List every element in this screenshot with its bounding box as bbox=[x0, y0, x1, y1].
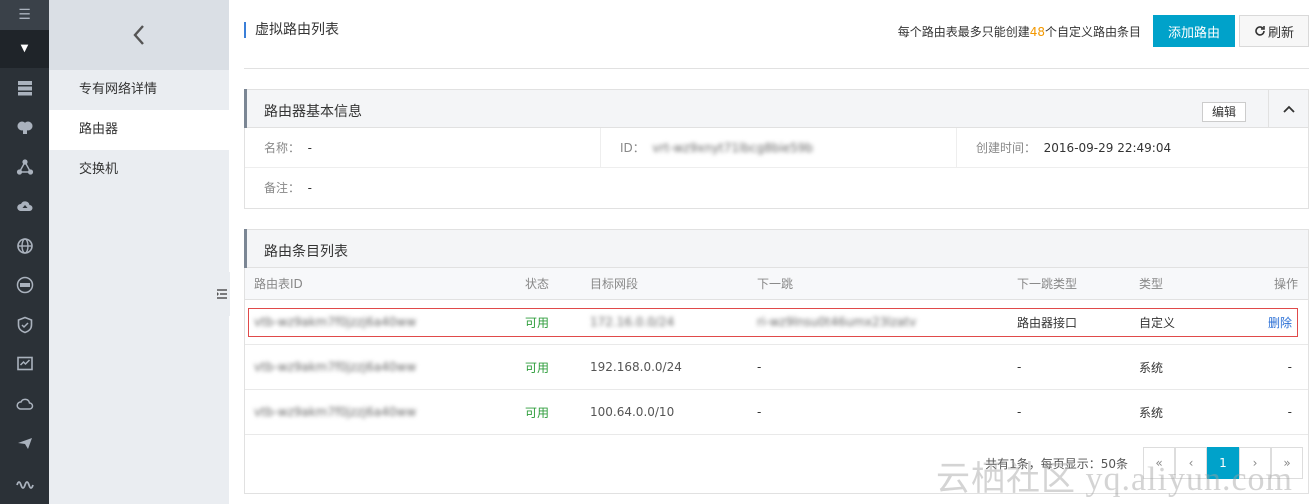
add-route-button[interactable]: 添加路由 bbox=[1153, 15, 1235, 47]
destination-cidr: 192.168.0.0/24 bbox=[590, 360, 682, 374]
next-page-button[interactable]: › bbox=[1239, 447, 1271, 479]
header-divider bbox=[244, 68, 1309, 69]
route-table-id: vtb-wz9akm7f0jzzj6a40ww bbox=[254, 315, 417, 329]
table-row: vtb-wz9akm7f0jzzj6a40ww 可用 100.64.0.0/10… bbox=[245, 390, 1308, 435]
destination-cidr: 172.16.0.0/24 bbox=[590, 315, 675, 329]
last-page-button[interactable]: » bbox=[1271, 447, 1303, 479]
next-hop: - bbox=[757, 405, 762, 419]
shield-icon[interactable] bbox=[0, 305, 49, 345]
column-header-status: 状态 bbox=[525, 277, 550, 291]
router-info-header: 路由器基本信息 编辑 bbox=[244, 89, 1308, 128]
first-page-button[interactable]: « bbox=[1143, 447, 1175, 479]
cloud-icon[interactable] bbox=[0, 384, 49, 424]
note-value: - bbox=[307, 181, 312, 195]
page-title: 虚拟路由列表 bbox=[244, 22, 339, 38]
column-header-route-table-id: 路由表ID bbox=[254, 277, 303, 291]
route-type: 系统 bbox=[1139, 405, 1164, 420]
created-value: 2016-09-29 22:49:04 bbox=[1043, 141, 1172, 155]
quota-prefix: 每个路由表最多只能创建 bbox=[897, 25, 1030, 39]
next-hop-type: - bbox=[1017, 405, 1022, 419]
note-field: 备注： - bbox=[245, 168, 312, 208]
refresh-label: 刷新 bbox=[1267, 25, 1294, 41]
collapse-panel-button[interactable] bbox=[1268, 90, 1308, 128]
quota-notice: 每个路由表最多只能创建48个自定义路由条目 bbox=[898, 23, 1141, 40]
id-label: ID： bbox=[620, 141, 645, 155]
route-entries-header: 路由条目列表 bbox=[244, 229, 1308, 268]
next-hop-type: - bbox=[1017, 360, 1022, 374]
router-info-row: 名称： - ID： vrt-wz9xnyt71lbcg8bie59b 创建时间：… bbox=[245, 128, 1308, 168]
column-header-next-hop-type: 下一跳类型 bbox=[1017, 277, 1078, 291]
server-stack-icon[interactable] bbox=[0, 68, 49, 108]
name-label: 名称： bbox=[264, 141, 301, 155]
back-button[interactable] bbox=[49, 0, 229, 70]
globe-icon[interactable] bbox=[0, 226, 49, 266]
created-label: 创建时间： bbox=[976, 141, 1037, 155]
refresh-icon bbox=[1255, 26, 1265, 36]
route-type: 系统 bbox=[1139, 360, 1164, 375]
next-hop-type: 路由器接口 bbox=[1017, 315, 1078, 330]
sub-navigation: 专有网络详情 路由器 交换机 bbox=[49, 0, 229, 504]
status-badge: 可用 bbox=[525, 405, 550, 420]
prev-page-button[interactable]: ‹ bbox=[1175, 447, 1207, 479]
note-label: 备注： bbox=[264, 181, 301, 195]
main-content: 虚拟路由列表 每个路由表最多只能创建48个自定义路由条目 添加路由 刷新 路由器… bbox=[229, 0, 1313, 504]
monitor-check-icon[interactable] bbox=[0, 345, 49, 385]
column-header-type: 类型 bbox=[1139, 277, 1164, 291]
created-field: 创建时间： 2016-09-29 22:49:04 bbox=[956, 128, 1309, 168]
name-field: 名称： - bbox=[245, 128, 600, 168]
note-row: 备注： - bbox=[245, 168, 1308, 208]
panel-accent-bar bbox=[244, 89, 247, 128]
refresh-button[interactable]: 刷新 bbox=[1239, 15, 1309, 47]
id-field: ID： vrt-wz9xnyt71lbcg8bie59b bbox=[600, 128, 956, 168]
cloud-upload-icon[interactable] bbox=[0, 187, 49, 227]
chevron-left-icon bbox=[133, 25, 144, 45]
next-hop: ri-wz9lnsu0t46umx23lzatv bbox=[757, 315, 917, 329]
delete-link[interactable]: 删除 bbox=[1268, 300, 1292, 344]
router-info-panel: 路由器基本信息 编辑 名称： - ID： vrt-wz9xnyt71lbcg8b… bbox=[244, 89, 1309, 209]
caret-down-icon[interactable]: ▼ bbox=[0, 30, 49, 68]
quota-suffix: 个自定义路由条目 bbox=[1044, 25, 1141, 39]
quota-number: 48 bbox=[1029, 25, 1045, 39]
pagination: 共有1条，每页显示：50条 « ‹ 1 › » bbox=[245, 440, 1308, 480]
wave-icon[interactable] bbox=[0, 463, 49, 503]
list-collapse-icon bbox=[217, 289, 227, 299]
id-value: vrt-wz9xnyt71lbcg8bie59b bbox=[652, 141, 814, 155]
column-header-destination: 目标网段 bbox=[590, 277, 639, 291]
route-table-id: vtb-wz9akm7f0jzzj6a40ww bbox=[254, 360, 417, 374]
menu-icon[interactable]: ☰ bbox=[0, 0, 49, 30]
route-entries-panel: 路由条目列表 路由表ID 状态 目标网段 下一跳 下一跳类型 类型 操作 vtb… bbox=[244, 229, 1309, 494]
column-header-action: 操作 bbox=[1273, 277, 1298, 291]
chevron-up-icon bbox=[1282, 105, 1295, 113]
action-placeholder: - bbox=[1287, 360, 1292, 374]
table-row: vtb-wz9akm7f0jzzj6a40ww 可用 172.16.0.0/24… bbox=[245, 300, 1308, 345]
table-header: 路由表ID 状态 目标网段 下一跳 下一跳类型 类型 操作 bbox=[245, 268, 1308, 300]
table-row: vtb-wz9akm7f0jzzj6a40ww 可用 192.168.0.0/2… bbox=[245, 345, 1308, 390]
destination-cidr: 100.64.0.0/10 bbox=[590, 405, 675, 419]
plane-icon[interactable] bbox=[0, 424, 49, 464]
name-value: - bbox=[307, 141, 312, 155]
dns-icon[interactable] bbox=[0, 266, 49, 306]
subnav-item-switch[interactable]: 交换机 bbox=[49, 150, 229, 190]
action-placeholder: - bbox=[1287, 405, 1292, 419]
status-badge: 可用 bbox=[525, 360, 550, 375]
app-root: ☰ ▼ 专有网络详情 路由器 交换机 虚拟路由列表 每个路由表最多只能创建48个… bbox=[0, 0, 1313, 504]
next-hop: - bbox=[757, 360, 762, 374]
subnav-item-vpc-details[interactable]: 专有网络详情 bbox=[49, 70, 229, 110]
page-header: 虚拟路由列表 每个路由表最多只能创建48个自定义路由条目 添加路由 刷新 bbox=[244, 14, 1309, 48]
route-table-id: vtb-wz9akm7f0jzzj6a40ww bbox=[254, 405, 417, 419]
pagination-summary: 共有1条，每页显示：50条 bbox=[985, 457, 1128, 471]
router-info-title: 路由器基本信息 bbox=[264, 104, 362, 120]
brain-icon[interactable] bbox=[0, 108, 49, 148]
column-header-next-hop: 下一跳 bbox=[757, 277, 794, 291]
status-badge: 可用 bbox=[525, 315, 550, 330]
page-button-current[interactable]: 1 bbox=[1207, 447, 1239, 479]
subnav-item-router[interactable]: 路由器 bbox=[49, 110, 229, 150]
panel-accent-bar bbox=[244, 229, 247, 268]
edit-button[interactable]: 编辑 bbox=[1202, 102, 1246, 122]
network-icon[interactable] bbox=[0, 147, 49, 187]
icon-rail: ☰ ▼ bbox=[0, 0, 49, 504]
sidebar-collapse-toggle[interactable] bbox=[214, 272, 230, 316]
route-entries-title: 路由条目列表 bbox=[264, 244, 348, 260]
route-type: 自定义 bbox=[1139, 315, 1176, 330]
